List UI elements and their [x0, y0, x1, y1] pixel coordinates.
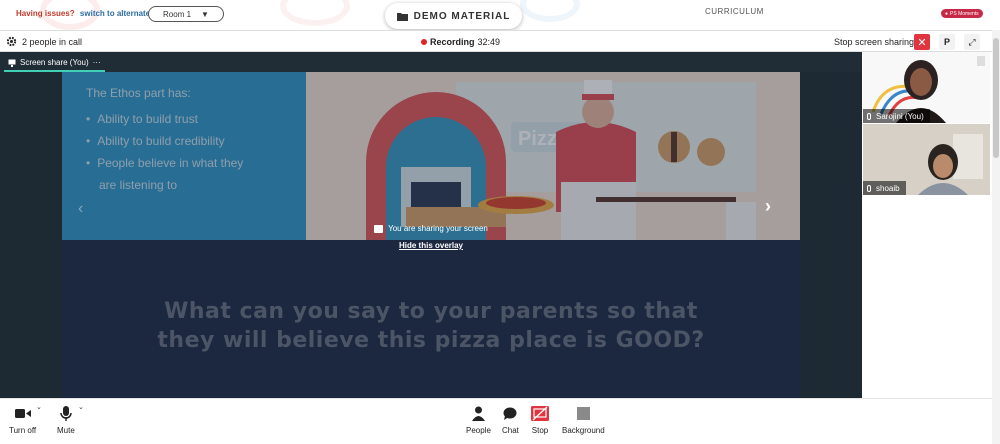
decor-arc [280, 0, 350, 26]
sharing-message-text: You are sharing your screen [388, 224, 488, 233]
room-select[interactable]: Room 1 ▼ [148, 6, 224, 22]
tab-screen-share[interactable]: Screen share (You) ··· [4, 55, 105, 72]
turn-off-label: Turn off [9, 426, 37, 435]
chat-label: Chat [502, 426, 519, 435]
more-icon[interactable]: ··· [93, 58, 101, 67]
p-button[interactable]: P [939, 34, 955, 50]
stop-share-icon [531, 406, 549, 421]
chat-button[interactable]: Chat [502, 405, 519, 435]
participant-tile[interactable]: shoaib [863, 124, 990, 195]
page-scrollbar[interactable] [992, 30, 1000, 444]
video-camera-icon [14, 409, 31, 418]
curriculum-link[interactable]: CURRICULUM [705, 7, 764, 16]
people-button[interactable]: People [466, 405, 491, 435]
chevron-left-icon[interactable]: ‹ [78, 200, 83, 218]
background-icon [576, 407, 590, 420]
call-toolbar: Turn off ⌄ Mute ⌄ People Chat Stop Backg… [0, 398, 992, 444]
close-icon[interactable]: ✕ [914, 34, 930, 50]
recording-label: Recording [430, 37, 475, 47]
mute-label: Mute [57, 426, 75, 435]
video-call-app: Having issues? switch to alternate room … [0, 0, 1000, 444]
camera-icon: ● [945, 10, 949, 17]
recording-indicator: Recording 32:49 [421, 37, 500, 47]
demo-material-button[interactable]: DEMO MATERIAL [385, 3, 522, 29]
mic-icon [867, 184, 871, 192]
stop-screen-sharing-button[interactable]: Stop screen sharing [834, 37, 914, 47]
participant-name: shoaib [876, 183, 900, 193]
issues-text: Having issues? [16, 9, 75, 18]
presentation-slide: The Ethos part has: Ability to build tru… [62, 72, 800, 398]
participant-tile[interactable]: Sarojini (You) [863, 52, 990, 123]
participant-label: shoaib [863, 181, 906, 195]
slide-question: What can you say to your parents so that… [102, 297, 760, 355]
chevron-down-icon[interactable]: ⌄ [36, 403, 42, 411]
microphone-icon [60, 406, 72, 421]
slide-question-line: What can you say to your parents so that [164, 299, 698, 324]
people-count: 2 people in call [22, 37, 83, 47]
share-overlay [62, 72, 800, 240]
participants-panel: Sarojini (You) shoaib [862, 52, 992, 398]
chevron-right-icon[interactable]: › [765, 196, 771, 217]
participant-label: Sarojini (You) [863, 109, 930, 123]
demo-material-label: DEMO MATERIAL [413, 10, 511, 22]
expand-icon[interactable]: ⤢ [964, 34, 980, 50]
room-select-value: Room 1 [163, 9, 192, 19]
background-button[interactable]: Background [562, 405, 605, 435]
slide-question-line: they will believe this pizza place is GO… [157, 328, 705, 353]
chevron-down-icon: ▼ [201, 9, 209, 19]
gear-icon[interactable] [6, 36, 17, 47]
screen-share-stage: Screen share (You) ··· The Ethos part ha… [0, 52, 862, 398]
recording-time: 32:49 [477, 37, 501, 47]
sharing-message: You are sharing your screen [62, 224, 800, 233]
page-scrollbar-thumb[interactable] [993, 38, 999, 158]
screen-icon [374, 224, 384, 233]
record-dot-icon [421, 39, 427, 45]
moments-label: PS Moments [950, 10, 979, 17]
mute-button[interactable]: Mute [57, 405, 75, 435]
stop-label: Stop [531, 426, 549, 435]
decor-arc [520, 0, 580, 22]
background-label: Background [562, 426, 605, 435]
chevron-down-icon[interactable]: ⌄ [78, 403, 84, 411]
moments-badge[interactable]: ● PS Moments [941, 9, 983, 18]
people-label: People [466, 426, 491, 435]
top-strip: Having issues? switch to alternate room … [0, 0, 1000, 30]
participant-name: Sarojini (You) [876, 111, 924, 121]
people-icon [471, 406, 485, 421]
chat-icon [503, 407, 517, 420]
folder-icon [396, 12, 408, 21]
stop-share-button[interactable]: Stop [531, 405, 549, 435]
call-header: 2 people in call Recording 32:49 Stop sc… [0, 30, 992, 52]
monitor-icon [8, 59, 16, 67]
tab-label: Screen share (You) [20, 58, 89, 67]
stage-tabbar: Screen share (You) ··· [0, 52, 862, 72]
mic-icon [867, 112, 871, 120]
hide-overlay-link[interactable]: Hide this overlay [62, 241, 800, 250]
turn-off-camera-button[interactable]: Turn off [9, 405, 36, 435]
